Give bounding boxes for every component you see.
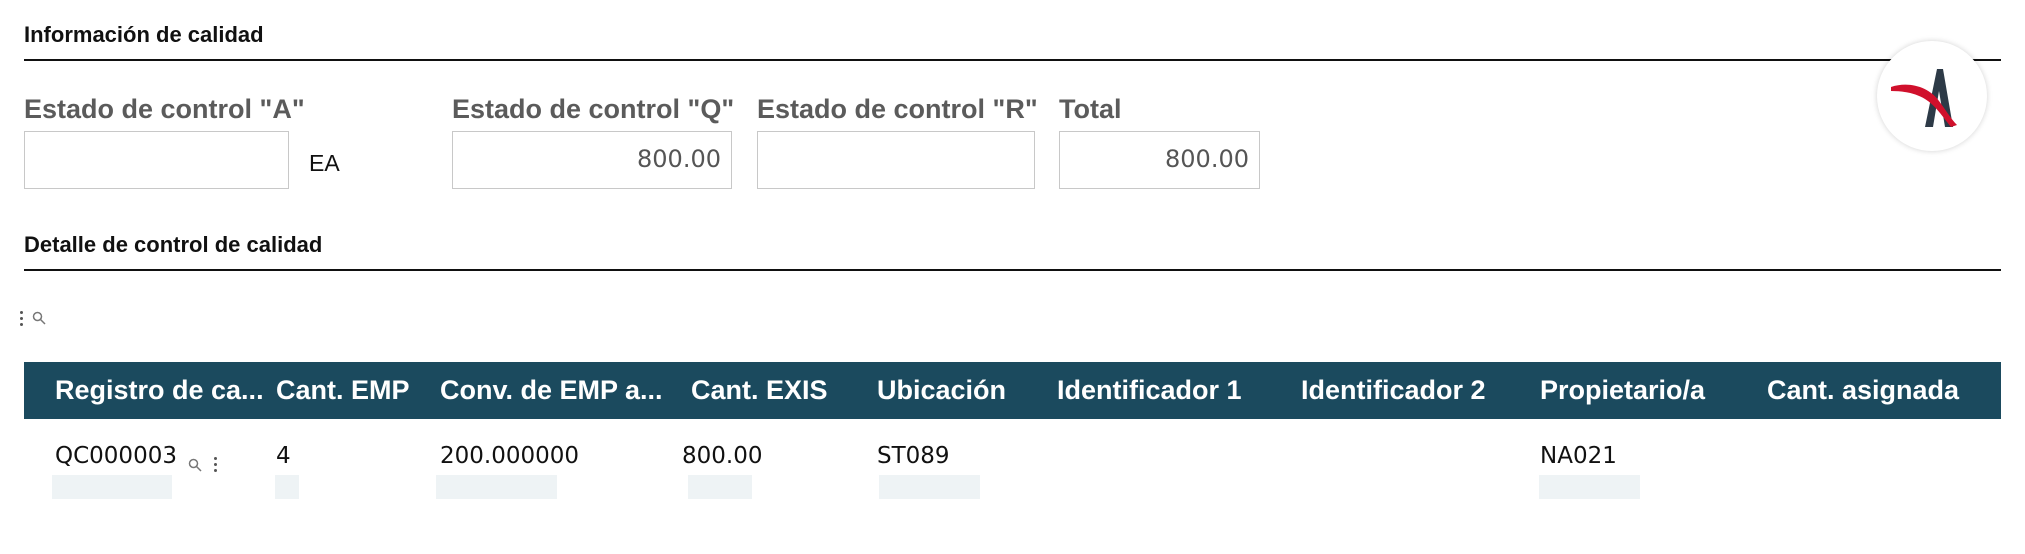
- row-actions: [188, 457, 218, 472]
- cell-conv-emp[interactable]: 200.000000: [440, 443, 579, 469]
- column-header-identificador-1[interactable]: Identificador 1: [1057, 362, 1242, 419]
- loading-placeholder: [275, 475, 299, 499]
- status-r-input[interactable]: [757, 131, 1035, 189]
- section-divider: [24, 59, 2001, 61]
- cell-cant-exis[interactable]: 800.00: [682, 443, 762, 469]
- loading-placeholder: [1539, 475, 1640, 499]
- total-input[interactable]: 800.00: [1059, 131, 1260, 189]
- cell-propietario[interactable]: NA021: [1540, 443, 1617, 469]
- field-label-total: Total: [1059, 94, 1122, 124]
- cell-cant-emp[interactable]: 4: [276, 443, 291, 469]
- section-divider: [24, 269, 2001, 271]
- column-header-conv-emp[interactable]: Conv. de EMP a...: [440, 362, 663, 419]
- loading-placeholder: [436, 475, 557, 499]
- column-header-cant-emp[interactable]: Cant. EMP: [276, 362, 410, 419]
- status-a-input[interactable]: [24, 131, 289, 189]
- cell-ubicacion[interactable]: ST089: [877, 443, 950, 469]
- grid-header: Registro de ca... Cant. EMP Conv. de EMP…: [24, 362, 2001, 419]
- quality-detail-grid: Registro de ca... Cant. EMP Conv. de EMP…: [24, 362, 2001, 507]
- field-label-status-q: Estado de control "Q": [452, 94, 735, 124]
- logo-a-icon: [1891, 69, 1957, 127]
- cell-registro[interactable]: QC000003: [55, 443, 177, 469]
- loading-placeholder: [688, 475, 752, 499]
- grid-toolbar: [20, 308, 46, 328]
- table-row[interactable]: QC000003 4 200.000000 800.00 ST089 NA021: [24, 419, 2001, 507]
- field-label-status-r: Estado de control "R": [757, 94, 1038, 124]
- more-vertical-icon[interactable]: [214, 457, 218, 472]
- uom-label: EA: [309, 150, 340, 176]
- column-header-registro[interactable]: Registro de ca...: [55, 362, 264, 419]
- more-vertical-icon[interactable]: [20, 310, 24, 326]
- column-header-cant-exis[interactable]: Cant. EXIS: [691, 362, 828, 419]
- column-header-identificador-2[interactable]: Identificador 2: [1301, 362, 1486, 419]
- status-q-input[interactable]: 800.00: [452, 131, 732, 189]
- loading-placeholder: [52, 475, 172, 499]
- search-icon[interactable]: [32, 311, 46, 325]
- column-header-ubicacion[interactable]: Ubicación: [877, 362, 1006, 419]
- quality-info-title: Información de calidad: [24, 22, 264, 47]
- app-logo[interactable]: [1877, 41, 1987, 151]
- column-header-propietario[interactable]: Propietario/a: [1540, 362, 1705, 419]
- search-icon[interactable]: [188, 458, 202, 472]
- field-label-status-a: Estado de control "A": [24, 94, 305, 124]
- quality-page: Información de calidad Estado de control…: [0, 0, 2025, 554]
- column-header-cant-asignada[interactable]: Cant. asignada: [1767, 362, 1959, 419]
- loading-placeholder: [879, 475, 980, 499]
- quality-detail-title: Detalle de control de calidad: [24, 232, 323, 257]
